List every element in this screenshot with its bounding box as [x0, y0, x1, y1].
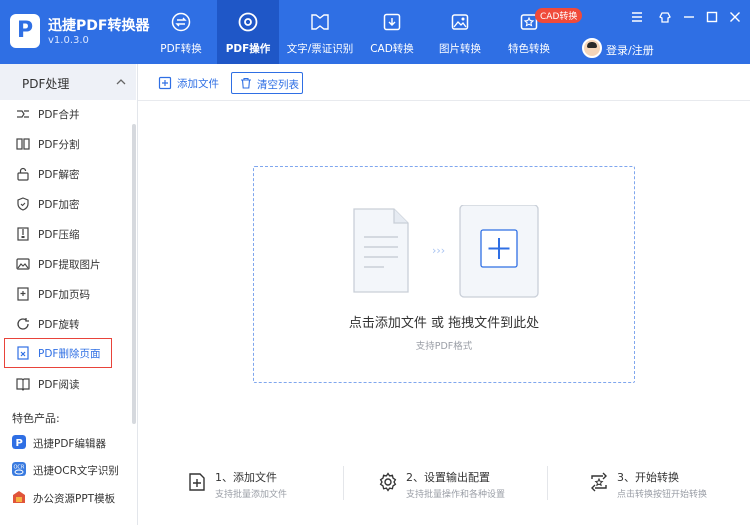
tab-label: PDF转换 — [160, 43, 202, 55]
login-register-link[interactable]: 登录/注册 — [606, 42, 654, 58]
convert-icon — [591, 472, 607, 492]
menu-icon[interactable] — [628, 8, 646, 26]
minimize-icon[interactable] — [680, 8, 698, 26]
compass-icon — [238, 12, 258, 32]
ocr-icon: OCR — [12, 462, 26, 476]
clear-list-label: 清空列表 — [257, 79, 299, 91]
app-name: 迅捷PDF转换器 — [48, 18, 150, 34]
image-icon — [451, 14, 469, 30]
sidebar-item-label: PDF解密 — [38, 169, 80, 181]
featured-item-label: 迅捷OCR文字识别 — [33, 465, 119, 477]
sidebar-item-label: PDF提取图片 — [38, 259, 101, 271]
tab-label: 文字/票证识别 — [286, 43, 354, 55]
drop-illustration: ››› — [353, 205, 539, 298]
sidebar-item-pdf-merge[interactable]: PDF合并 — [0, 99, 136, 129]
unlock-icon — [17, 167, 29, 181]
rotate-icon — [17, 318, 29, 330]
tab-label: 特色转换 — [508, 43, 550, 55]
sidebar-item-pdf-page-numbers[interactable]: PDF加页码 — [0, 279, 136, 309]
tab-label: 图片转换 — [439, 43, 481, 55]
sidebar-item-pdf-decrypt[interactable]: PDF解密 — [0, 159, 136, 189]
sidebar-item-label: PDF加密 — [38, 199, 80, 211]
sidebar-item-pdf-split[interactable]: PDF分割 — [0, 129, 136, 159]
step-divider — [547, 466, 548, 500]
step-desc: 点击转换按钮开始转换 — [617, 490, 708, 500]
download-box-icon — [383, 13, 401, 31]
sidebar: PDF处理 PDF合并 PDF分割 PDF解密 PDF加密 PDF压缩 PDF提… — [0, 64, 138, 525]
sidebar-item-pdf-delete-pages[interactable]: PDF删除页面 — [4, 338, 112, 368]
delete-page-icon — [17, 346, 29, 360]
step-divider — [343, 466, 344, 500]
featured-item-ppt-templates[interactable]: 办公资源PPT模板 — [0, 485, 136, 509]
tab-cad-convert[interactable]: CAD转换 — [360, 0, 424, 64]
image-extract-icon — [16, 258, 30, 270]
clear-list-button[interactable]: 清空列表 — [231, 72, 303, 94]
add-file-icon — [158, 76, 172, 90]
cad-badge[interactable]: CAD转换 — [535, 8, 583, 23]
step-desc: 支持批量操作和各种设置 — [406, 490, 506, 500]
scan-icon — [311, 14, 329, 30]
featured-products-title: 特色产品: — [12, 412, 60, 425]
tab-image-convert[interactable]: 图片转换 — [428, 0, 492, 64]
featured-item-pdf-editor[interactable]: P 迅捷PDF编辑器 — [0, 430, 136, 454]
sidebar-item-pdf-rotate[interactable]: PDF旋转 — [0, 309, 136, 339]
sidebar-item-pdf-encrypt[interactable]: PDF加密 — [0, 189, 136, 219]
ppt-icon — [13, 491, 25, 503]
app-logo: P — [10, 14, 40, 48]
shield-icon — [17, 197, 29, 211]
sidebar-item-label: PDF加页码 — [38, 289, 90, 301]
settings-gear-icon — [379, 472, 397, 492]
step-title: 1、添加文件 — [215, 471, 277, 484]
pdf-editor-icon: P — [12, 435, 26, 449]
sidebar-item-label: PDF删除页面 — [38, 348, 101, 360]
add-file-icon — [189, 473, 205, 491]
tab-label: PDF操作 — [225, 43, 271, 55]
avatar[interactable] — [582, 38, 602, 58]
title-bar: P 迅捷PDF转换器 v1.0.3.0 PDF转换 PDF操作 文字/票证识别 … — [0, 0, 750, 64]
trash-icon — [241, 77, 251, 89]
merge-icon — [17, 110, 29, 118]
featured-item-label: 办公资源PPT模板 — [33, 493, 116, 505]
add-file-label: 添加文件 — [177, 78, 219, 90]
sidebar-section-header[interactable]: PDF处理 — [0, 64, 136, 100]
app-version: v1.0.3.0 — [48, 35, 89, 46]
featured-item-label: 迅捷PDF编辑器 — [33, 438, 106, 450]
swap-icon — [171, 12, 191, 32]
tab-label: CAD转换 — [370, 43, 414, 55]
sidebar-section-title: PDF处理 — [22, 77, 70, 91]
featured-item-ocr[interactable]: OCR 迅捷OCR文字识别 — [0, 457, 136, 481]
file-drop-zone[interactable]: ››› 点击添加文件 或 拖拽文件到此处 支持PDF格式 — [253, 166, 635, 383]
sidebar-item-pdf-compress[interactable]: PDF压缩 — [0, 219, 136, 249]
chevron-up-icon — [116, 79, 126, 85]
skin-icon[interactable] — [656, 8, 674, 26]
book-icon — [16, 378, 30, 391]
sidebar-scrollbar[interactable] — [132, 124, 136, 424]
sidebar-item-label: PDF压缩 — [38, 229, 80, 241]
tab-ocr[interactable]: 文字/票证识别 — [283, 0, 357, 64]
toolbar: 添加文件 清空列表 — [138, 64, 750, 101]
sidebar-item-pdf-extract-images[interactable]: PDF提取图片 — [0, 249, 136, 279]
svg-text:›››: ››› — [432, 244, 445, 257]
split-icon — [16, 138, 30, 150]
sidebar-item-pdf-read[interactable]: PDF阅读 — [0, 369, 136, 399]
drop-zone-main-text: 点击添加文件 或 拖拽文件到此处 — [348, 316, 540, 331]
drop-zone-sub-text: 支持PDF格式 — [415, 341, 473, 352]
step-title: 2、设置输出配置 — [406, 471, 490, 484]
sidebar-item-label: PDF分割 — [38, 139, 80, 151]
page-number-icon — [17, 287, 29, 301]
step-desc: 支持批量添加文件 — [215, 490, 288, 500]
step-title: 3、开始转换 — [617, 471, 679, 484]
sidebar-item-label: PDF阅读 — [38, 379, 80, 391]
tab-pdf-operations[interactable]: PDF操作 — [217, 0, 279, 64]
tab-pdf-convert[interactable]: PDF转换 — [148, 0, 214, 64]
svg-text:P: P — [16, 438, 23, 449]
sidebar-item-label: PDF旋转 — [38, 319, 80, 331]
close-icon[interactable] — [726, 8, 744, 26]
compress-icon — [17, 227, 29, 241]
sidebar-item-label: PDF合并 — [38, 109, 80, 121]
maximize-icon[interactable] — [703, 8, 721, 26]
